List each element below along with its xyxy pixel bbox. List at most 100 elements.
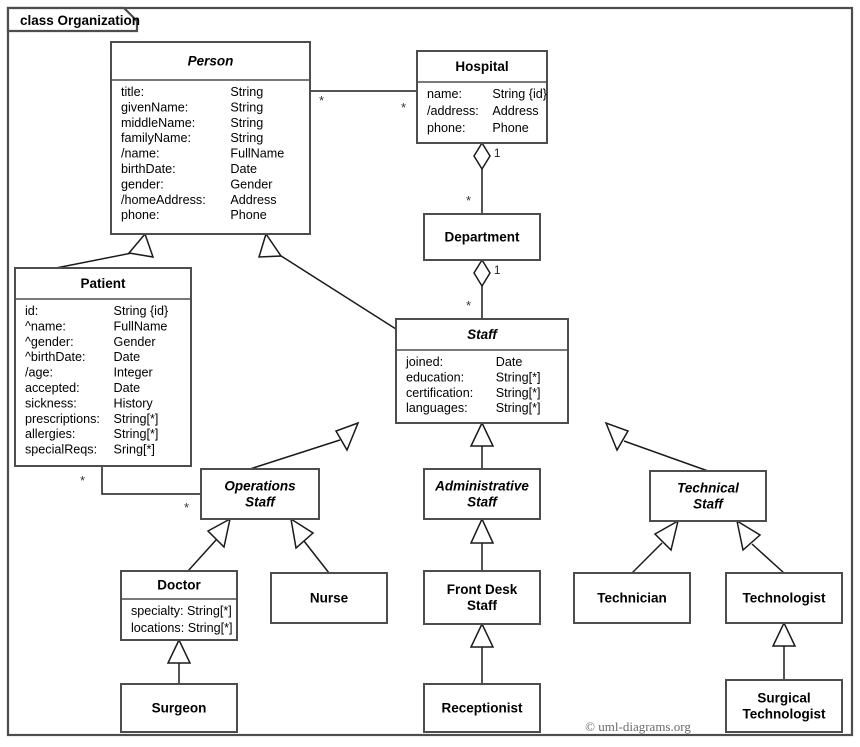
attribute-type: History	[114, 396, 154, 410]
attribute-name: /address:	[427, 104, 479, 118]
attribute-type: Date	[114, 381, 141, 395]
attribute-name: certification:	[406, 386, 473, 400]
class-name-nurse: Nurse	[310, 591, 349, 606]
mult-patient-ops-left: *	[80, 473, 85, 488]
class-box-operations-staff[interactable]: OperationsStaff	[200, 468, 320, 520]
gen-technologist-technical-line	[751, 543, 785, 574]
gen-receptionist-frontdesk[interactable]	[469, 622, 495, 684]
class-box-nurse[interactable]: Nurse	[270, 572, 388, 624]
attribute-type: String	[230, 116, 263, 130]
attribute-name: languages:	[406, 401, 468, 415]
gen-doctor-operations[interactable]	[187, 517, 232, 572]
attribute-type: Gender	[114, 335, 156, 349]
class-name-front-desk-staff: Staff	[467, 598, 498, 613]
attribute-type: Phone	[230, 208, 266, 222]
class-box-surgical-technologist[interactable]: SurgicalTechnologist	[725, 679, 843, 733]
attribute-type: Address	[230, 193, 276, 207]
attribute-type: String[*]	[114, 427, 159, 441]
attribute-name: specialty: String[*]	[131, 604, 232, 618]
generalization-arrowhead-receptionist	[469, 622, 495, 648]
attribute-name: id:	[25, 304, 38, 318]
class-name-doctor: Doctor	[157, 578, 201, 593]
attribute-name: specialReqs:	[25, 443, 97, 457]
attribute-name: ^gender:	[25, 335, 74, 349]
attribute-name: accepted:	[25, 381, 80, 395]
class-name-hospital: Hospital	[455, 59, 508, 74]
gen-operations-staff-line	[249, 439, 341, 470]
generalization-arrowhead-frontdesk	[469, 517, 495, 544]
generalization-arrowhead-technical	[604, 421, 630, 452]
attribute-type: FullName	[114, 319, 168, 333]
class-box-front-desk-staff[interactable]: Front DeskStaff	[423, 570, 541, 625]
assoc-person-hospital[interactable]: * *	[310, 90, 417, 115]
gen-staff-person[interactable]	[257, 232, 397, 330]
gen-administrative-staff[interactable]	[469, 421, 495, 469]
gen-patient-person-line	[55, 251, 138, 269]
gen-technician-technical[interactable]	[631, 519, 680, 574]
attribute-type: Date	[496, 355, 523, 369]
class-box-doctor[interactable]: Doctor specialty: String[*] locations: Str…	[120, 570, 238, 641]
class-box-hospital[interactable]: Hospital name: String {id} /address: Address…	[416, 50, 548, 144]
class-box-patient[interactable]: Patient id: String {id} ^name: FullName ^gend…	[14, 267, 192, 467]
mult-person-hospital-right: *	[401, 100, 406, 115]
gen-operations-staff[interactable]	[249, 421, 360, 470]
attribute-name: prescriptions:	[25, 412, 100, 426]
attribute-name: phone:	[121, 208, 160, 222]
aggr-hospital-department[interactable]: 1 *	[466, 141, 500, 214]
class-box-technician[interactable]: Technician	[573, 572, 691, 624]
attribute-name: /age:	[25, 366, 53, 380]
class-box-surgeon[interactable]: Surgeon	[120, 683, 238, 733]
class-name-administrative-staff: Administrative	[434, 479, 529, 494]
gen-surgeon-doctor[interactable]	[166, 638, 192, 684]
gen-patient-person[interactable]	[55, 232, 155, 269]
generalization-arrowhead-nurse	[289, 517, 315, 550]
frame-label: class Organization	[20, 13, 140, 28]
attribute-name: /homeAddress:	[121, 193, 206, 207]
class-box-receptionist[interactable]: Receptionist	[423, 683, 541, 733]
gen-technologist-technical[interactable]	[735, 519, 785, 574]
attribute-name: locations: String[*]	[131, 621, 233, 635]
class-box-technologist[interactable]: Technologist	[725, 572, 843, 624]
attribute-type: FullName	[230, 147, 284, 161]
attribute-type: String	[230, 85, 263, 99]
mult-staff-many: *	[466, 298, 471, 313]
class-box-staff[interactable]: Staff joined: Date education: String[*] certi…	[395, 318, 569, 424]
aggr-department-staff[interactable]: 1 *	[466, 258, 500, 319]
assoc-patient-operations[interactable]: * *	[80, 466, 201, 515]
attribute-name: givenName:	[121, 100, 188, 114]
class-box-department[interactable]: Department	[423, 213, 541, 261]
gen-nurse-operations[interactable]	[289, 517, 330, 574]
attribute-type: String {id}	[492, 87, 547, 101]
class-name-receptionist: Receptionist	[441, 701, 523, 716]
attribute-name: middleName:	[121, 116, 195, 130]
class-box-person[interactable]: Person title: String givenName: String middle…	[110, 41, 311, 235]
class-box-administrative-staff[interactable]: AdministrativeStaff	[423, 468, 541, 520]
attribute-name: ^birthDate:	[25, 350, 86, 364]
generalization-arrowhead-surgtech	[771, 621, 797, 647]
class-name-technical-staff: Staff	[693, 497, 724, 512]
class-name-surgical-technologist: Surgical	[757, 691, 810, 706]
attribute-name: education:	[406, 370, 464, 384]
class-name-technologist: Technologist	[743, 591, 827, 606]
class-box-technical-staff[interactable]: TechnicalStaff	[649, 470, 767, 522]
gen-frontdesk-admin[interactable]	[469, 517, 495, 571]
class-name-surgical-technologist: Technologist	[743, 707, 827, 722]
copyright-credit: © uml-diagrams.org	[585, 719, 691, 734]
class-name-technical-staff: Technical	[677, 481, 739, 496]
attribute-type: String	[230, 131, 263, 145]
attribute-type: String {id}	[114, 304, 169, 318]
mult-hospital-one: 1	[494, 148, 500, 160]
attribute-name: phone:	[427, 121, 466, 135]
uml-class-diagram: class Organization * * 1 * 1 * * * Perso…	[6, 6, 854, 737]
class-name-surgeon: Surgeon	[152, 701, 207, 716]
class-box-layer: Person title: String givenName: String middle…	[14, 41, 843, 733]
mult-department-many: *	[466, 193, 471, 208]
gen-technical-staff[interactable]	[604, 421, 709, 472]
gen-surgtech-technologist[interactable]	[771, 621, 797, 680]
attribute-name: sickness:	[25, 396, 77, 410]
generalization-arrowhead-doctor	[206, 517, 232, 549]
attribute-type: String	[230, 100, 263, 114]
attribute-type: Date	[114, 350, 141, 364]
mult-patient-ops-right: *	[184, 500, 189, 515]
class-name-administrative-staff: Staff	[467, 495, 498, 510]
